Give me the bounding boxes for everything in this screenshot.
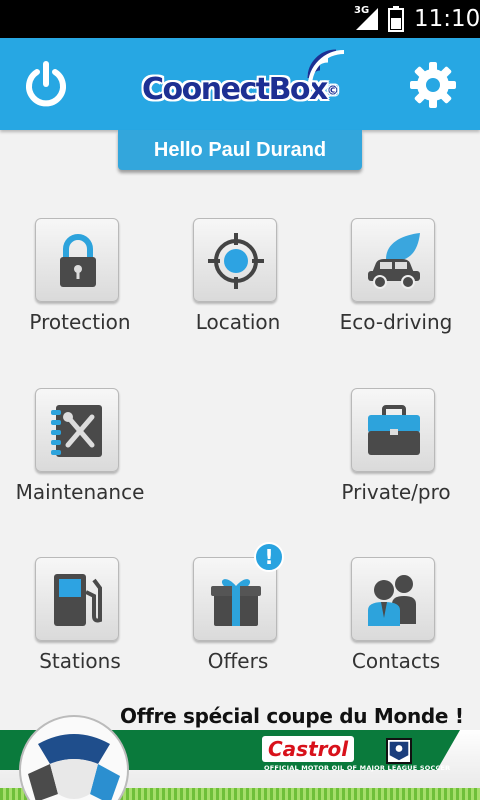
contacts-button[interactable] (351, 557, 435, 641)
tile-offers[interactable]: Offers (158, 557, 318, 697)
status-bar: 3G 11:10 (0, 0, 480, 38)
eco-driving-button[interactable] (351, 218, 435, 302)
tile-label: Stations (39, 649, 121, 673)
promo-headline: Offre spécial coupe du Monde ! (120, 704, 464, 728)
tile-label: Eco-driving (339, 310, 453, 334)
tile-label: Contacts (351, 649, 441, 673)
tile-contacts[interactable]: Contacts (316, 557, 476, 697)
briefcase-icon (368, 405, 420, 455)
tile-protection[interactable]: Protection (0, 218, 160, 358)
tile-private-pro[interactable]: Private/pro (316, 388, 476, 528)
tile-maintenance[interactable]: Maintenance (0, 388, 160, 528)
wifi-signal-icon (307, 49, 345, 87)
battery-icon (388, 6, 404, 32)
gift-icon (211, 579, 261, 626)
protection-button[interactable] (35, 218, 119, 302)
fuel-pump-icon (54, 574, 102, 626)
contacts-icon (368, 575, 416, 626)
offers-notification-badge: ! (254, 542, 284, 572)
signal-icon (356, 8, 378, 30)
tile-label: Location (195, 310, 281, 334)
tile-eco-driving[interactable]: Eco-driving (316, 218, 476, 358)
tile-location[interactable]: Location (158, 218, 318, 358)
promo-banner[interactable]: Offre spécial coupe du Monde ! Castrol O… (0, 700, 480, 800)
target-icon (208, 233, 264, 289)
maintenance-button[interactable] (35, 388, 119, 472)
car-leaf-icon (368, 233, 420, 289)
soccer-ball-icon (19, 715, 129, 800)
tile-label: Private/pro (341, 480, 451, 504)
mls-logo-icon (386, 738, 412, 764)
app-header: CoonectBox© (0, 38, 480, 130)
tile-label: Maintenance (15, 480, 145, 504)
tools-notebook-icon (51, 405, 102, 457)
app-logo: CoonectBox© (136, 48, 356, 120)
lock-icon (60, 234, 96, 287)
gear-icon[interactable] (408, 60, 458, 110)
tile-label: Offers (207, 649, 269, 673)
location-button[interactable] (193, 218, 277, 302)
tile-stations[interactable]: Stations (0, 557, 160, 697)
power-icon[interactable] (22, 60, 70, 108)
banner-tagline: OFFICIAL MOTOR OIL OF MAJOR LEAGUE SOCCE… (264, 764, 451, 772)
clock: 11:10 (414, 6, 480, 32)
greeting-banner: Hello Paul Durand (118, 130, 362, 170)
stations-button[interactable] (35, 557, 119, 641)
private-pro-button[interactable] (351, 388, 435, 472)
tile-label: Protection (29, 310, 131, 334)
castrol-logo: Castrol (262, 736, 355, 762)
